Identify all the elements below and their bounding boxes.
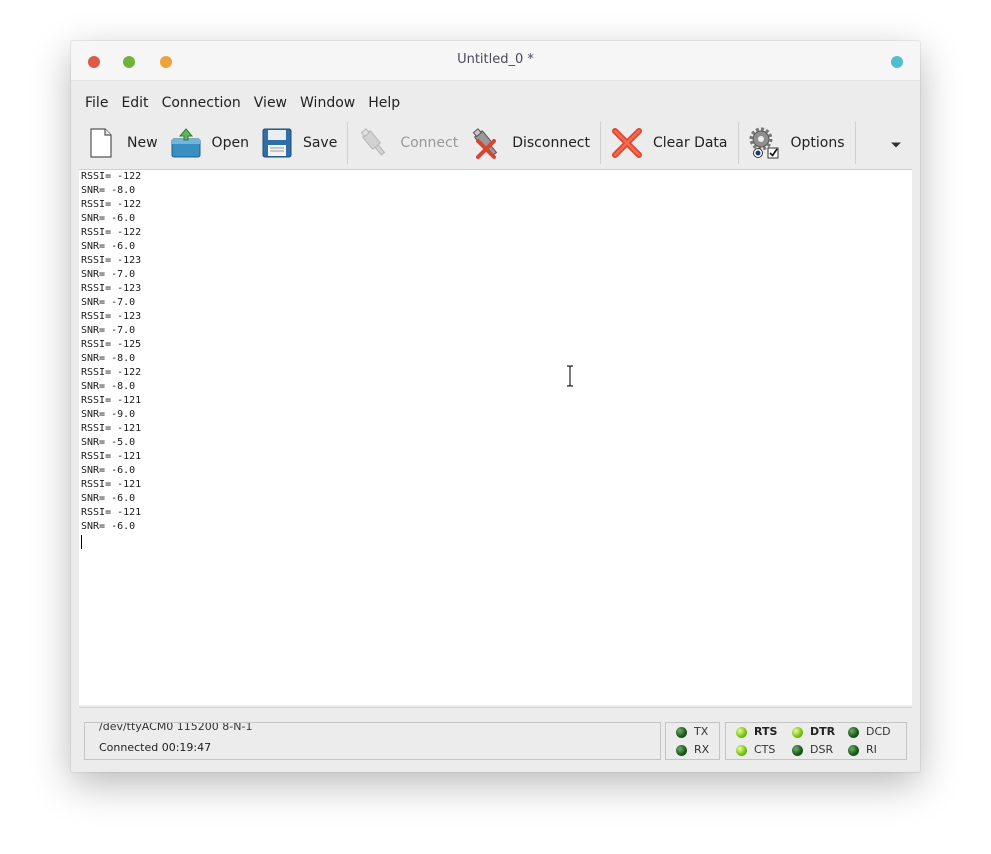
toolbar-overflow-button[interactable] — [886, 133, 906, 153]
line-signals-led-panel: RTS CTS DTR DSR DCD RI — [725, 722, 907, 760]
terminal-line: SNR= -6.0 — [81, 465, 136, 476]
rts-led-label: RTS — [754, 725, 778, 738]
window-title: Untitled_0 * — [457, 52, 534, 67]
terminal-line: RSSI= -122 — [81, 199, 142, 210]
save-button-label: Save — [302, 135, 338, 151]
menu-bar: File Edit Connection View Window Help — [79, 89, 912, 116]
save-button[interactable]: Save — [255, 121, 343, 165]
terminal-line: SNR= -6.0 — [81, 521, 136, 532]
menu-view[interactable]: View — [248, 95, 294, 111]
terminal-line: SNR= -7.0 — [81, 297, 136, 308]
tx-rx-led-panel: TX RX — [665, 722, 720, 760]
new-button[interactable]: New — [79, 121, 164, 165]
terminal-line: RSSI= -121 — [81, 479, 142, 490]
clear-data-button-label: Clear Data — [653, 135, 728, 151]
terminal-line: SNR= -7.0 — [81, 325, 136, 336]
title-bar: Untitled_0 * — [71, 41, 920, 81]
rx-led-label: RX — [694, 743, 710, 756]
tx-led-label: TX — [694, 725, 709, 738]
terminal-line: RSSI= -121 — [81, 451, 142, 462]
status-bar: /dev/ttyACM0 115200 8-N-1 Connected 00:1… — [79, 707, 912, 762]
terminal-line: RSSI= -122 — [81, 171, 142, 182]
terminal-line: RSSI= -122 — [81, 227, 142, 238]
terminal-line: RSSI= -125 — [81, 339, 142, 350]
terminal-line: SNR= -6.0 — [81, 493, 136, 504]
rts-led-indicator — [736, 727, 747, 738]
menu-file[interactable]: File — [79, 95, 115, 111]
port-settings-text: /dev/ttyACM0 115200 8-N-1 — [99, 722, 253, 733]
terminal-line: RSSI= -123 — [81, 255, 142, 266]
menu-window[interactable]: Window — [294, 95, 362, 111]
chevron-down-icon — [890, 134, 902, 153]
connect-button-label: Connect — [400, 135, 459, 151]
ri-led-label: RI — [866, 743, 877, 756]
app-window: Untitled_0 * File Edit Connection View W… — [71, 41, 920, 772]
open-button-label: Open — [211, 135, 249, 151]
usb-disconnect-icon — [470, 127, 502, 159]
gear-options-icon — [749, 127, 781, 159]
terminal-line: RSSI= -122 — [81, 367, 142, 378]
new-button-label: New — [127, 135, 158, 151]
disconnect-button[interactable]: Disconnect — [464, 121, 596, 165]
toolbar-separator — [600, 122, 601, 164]
rx-led-indicator — [676, 745, 687, 756]
terminal-line: SNR= -6.0 — [81, 241, 136, 252]
cts-led-indicator — [736, 745, 747, 756]
dtr-led-label: DTR — [810, 725, 836, 738]
ri-led-indicator — [848, 745, 859, 756]
terminal-line: RSSI= -123 — [81, 283, 142, 294]
dcd-led-label: DCD — [866, 725, 891, 738]
terminal-line: RSSI= -121 — [81, 507, 142, 518]
dtr-led-indicator — [792, 727, 803, 738]
terminal-line: SNR= -8.0 — [81, 353, 136, 364]
text-caret — [81, 535, 82, 549]
toolbar-separator — [737, 122, 739, 164]
toolbar-separator — [347, 122, 349, 164]
menu-edit[interactable]: Edit — [115, 95, 155, 111]
tx-led-indicator — [676, 727, 687, 738]
text-cursor-icon — [565, 365, 575, 387]
clear-data-button[interactable]: Clear Data — [605, 121, 734, 165]
connection-status-panel: /dev/ttyACM0 115200 8-N-1 Connected 00:1… — [84, 722, 661, 760]
window-menu-button[interactable] — [891, 56, 903, 68]
terminal-line: SNR= -8.0 — [81, 381, 136, 392]
connection-time-text: Connected 00:19:47 — [99, 741, 212, 754]
options-button[interactable]: Options — [743, 121, 851, 165]
connect-button[interactable]: Connect — [352, 121, 464, 165]
menu-help[interactable]: Help — [362, 95, 407, 111]
toolbar: New Open Save Connect Disconnect Clear D… — [79, 117, 912, 170]
terminal-output[interactable]: RSSI= -122 SNR= -8.0 RSSI= -122 SNR= -6.… — [79, 170, 912, 705]
open-folder-icon — [170, 127, 202, 159]
terminal-line: SNR= -5.0 — [81, 437, 136, 448]
dcd-led-indicator — [848, 727, 859, 738]
terminal-line: SNR= -6.0 — [81, 213, 136, 224]
terminal-line: SNR= -9.0 — [81, 409, 136, 420]
options-button-label: Options — [790, 135, 845, 151]
dsr-led-label: DSR — [810, 743, 834, 756]
usb-plug-icon — [358, 127, 390, 159]
terminal-line: RSSI= -121 — [81, 423, 142, 434]
cts-led-label: CTS — [754, 743, 776, 756]
terminal-line: SNR= -8.0 — [81, 185, 136, 196]
terminal-line: RSSI= -121 — [81, 395, 142, 406]
terminal-line: SNR= -7.0 — [81, 269, 136, 280]
disconnect-button-label: Disconnect — [512, 135, 590, 151]
dsr-led-indicator — [792, 745, 803, 756]
new-document-icon — [85, 127, 117, 159]
menu-connection[interactable]: Connection — [156, 95, 248, 111]
terminal-line: RSSI= -123 — [81, 311, 142, 322]
toolbar-separator — [854, 122, 856, 164]
save-floppy-icon — [261, 127, 293, 159]
red-x-icon — [611, 127, 643, 159]
open-button[interactable]: Open — [164, 121, 255, 165]
